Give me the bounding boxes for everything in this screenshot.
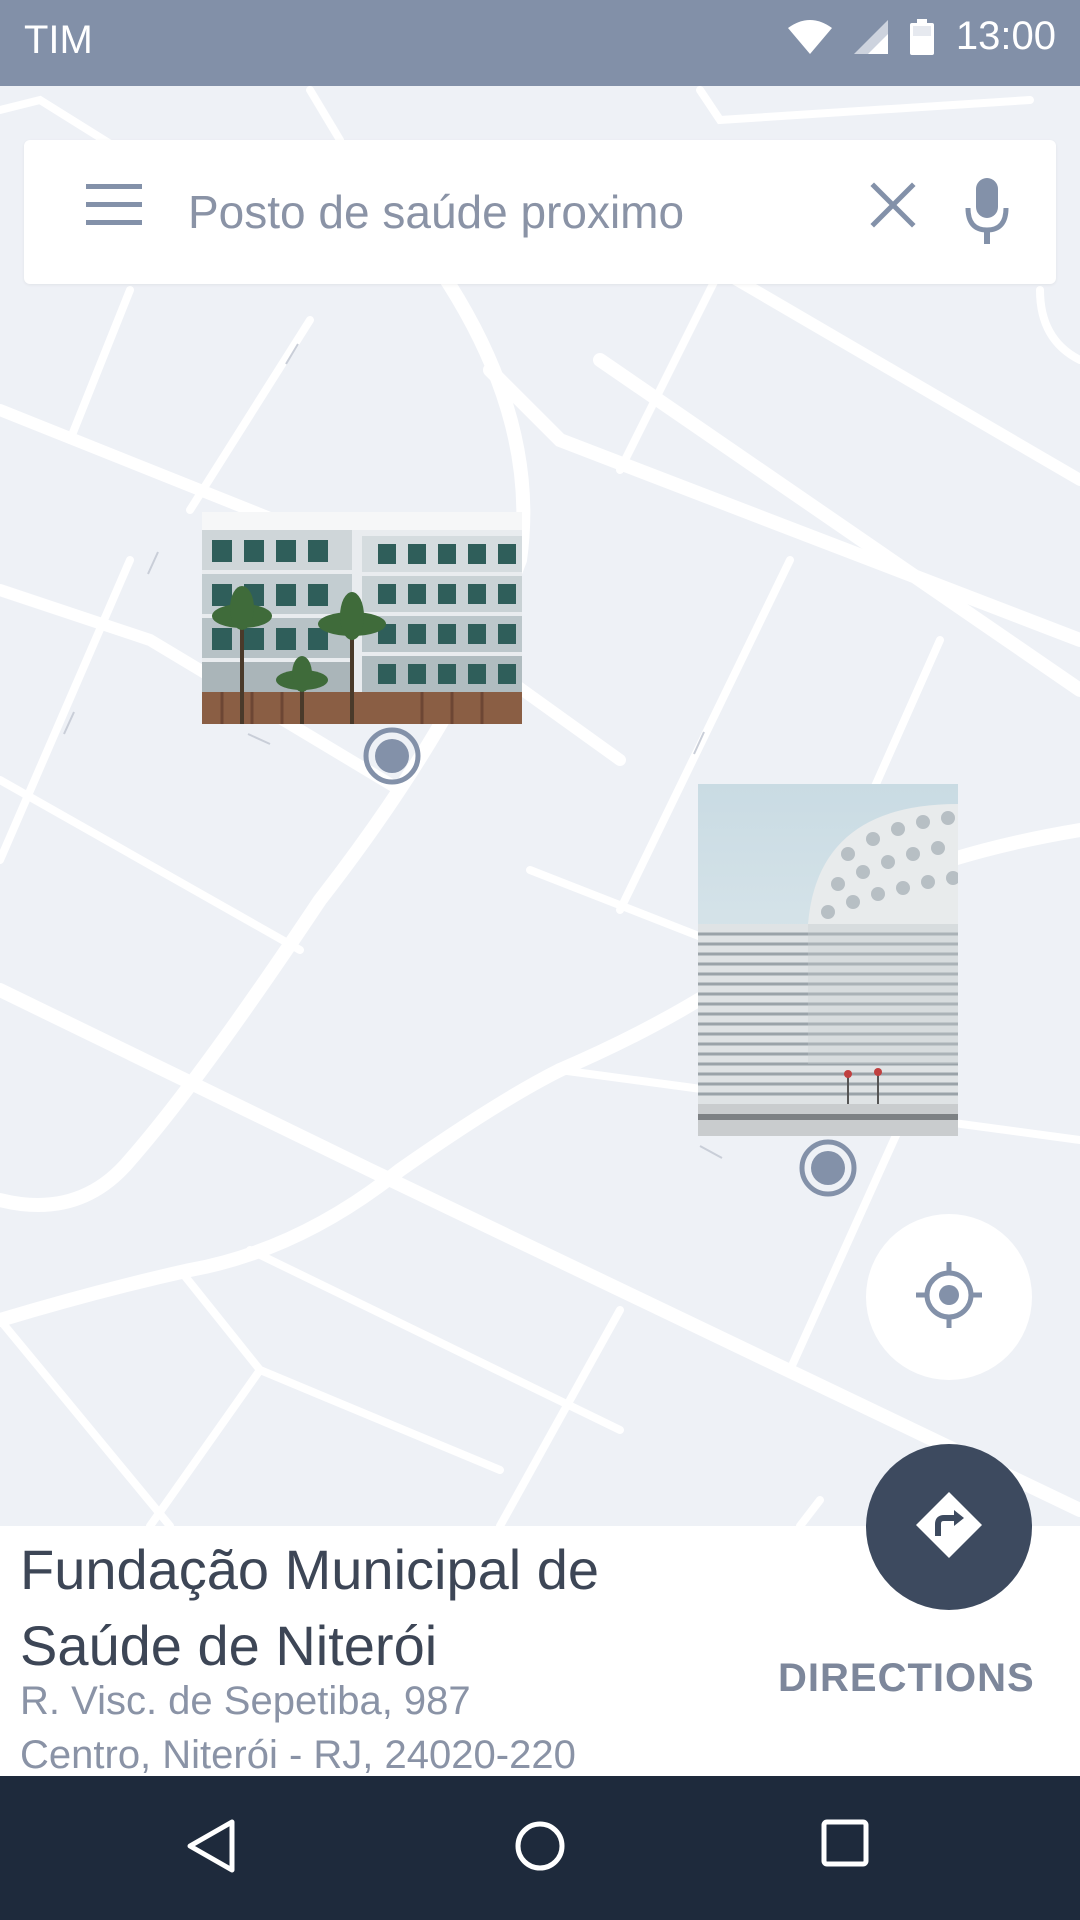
- hotel-building-photo[interactable]: [202, 512, 522, 724]
- wifi-icon: [787, 19, 832, 54]
- search-input[interactable]: [188, 178, 828, 246]
- home-icon[interactable]: [512, 1818, 572, 1878]
- address-line-1: R. Visc. de Sepetiba, 987: [20, 1679, 471, 1723]
- location-pin-icon[interactable]: [798, 1138, 858, 1198]
- directions-button[interactable]: [866, 1444, 1032, 1610]
- carrier-label: TIM: [24, 18, 93, 62]
- place-name: Fundação Municipal de Saúde de Niterói: [20, 1538, 600, 1677]
- modern-building-photo[interactable]: [698, 784, 958, 1136]
- mic-icon[interactable]: [964, 176, 1024, 252]
- back-icon[interactable]: [186, 1818, 246, 1878]
- recents-icon[interactable]: [820, 1818, 880, 1878]
- battery-icon: [909, 18, 934, 55]
- my-location-button[interactable]: [866, 1214, 1032, 1380]
- signal-icon: [853, 19, 888, 54]
- place-address: R. Visc. de Sepetiba, 987 Centro, Niteró…: [20, 1674, 720, 1782]
- clear-icon[interactable]: [870, 182, 930, 242]
- address-line-2: Centro, Niterói - RJ, 24020-220: [20, 1733, 576, 1777]
- navigation-bar: [0, 1776, 1080, 1920]
- directions-link[interactable]: DIRECTIONS: [778, 1656, 1035, 1701]
- search-bar: [24, 140, 1056, 284]
- clock: 13:00: [955, 14, 1056, 58]
- status-icons: 13:00: [787, 14, 1056, 59]
- location-pin-icon[interactable]: [362, 726, 422, 786]
- status-bar: TIM 13:00: [0, 0, 1080, 86]
- my-location-icon: [914, 1260, 984, 1335]
- directions-icon: [914, 1490, 984, 1565]
- menu-icon[interactable]: [86, 184, 154, 240]
